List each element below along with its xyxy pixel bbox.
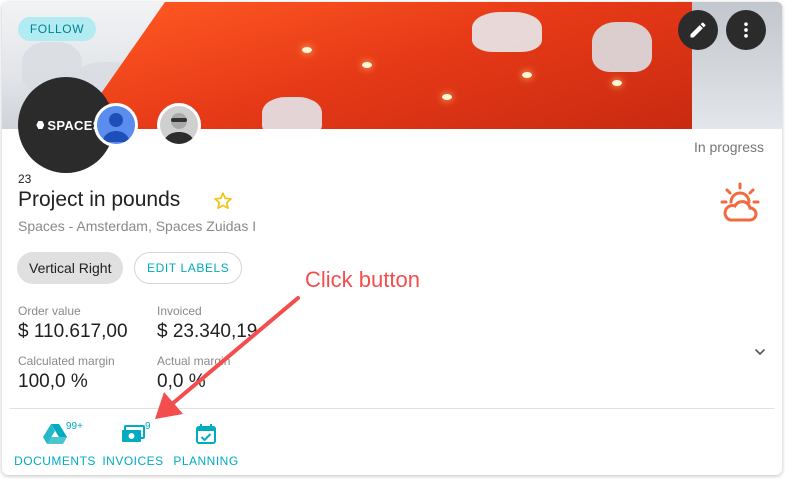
more-options-button[interactable]: [726, 10, 766, 50]
avatar-user-photo[interactable]: [157, 103, 201, 147]
actual-margin-value: 0,0 %: [157, 371, 206, 392]
more-vert-icon: [744, 22, 748, 38]
invoices-label: INVOICES: [102, 454, 164, 468]
hexagon-icon: [36, 121, 45, 129]
label-chip[interactable]: Vertical Right: [17, 252, 124, 284]
star-outline-icon: [214, 192, 232, 209]
documents-label: DOCUMENTS: [14, 454, 96, 468]
invoices-button[interactable]: INVOICES: [102, 422, 163, 468]
pencil-icon: [690, 22, 706, 38]
annotation-text: Click button: [305, 267, 420, 292]
project-title: Project in pounds: [18, 188, 181, 211]
chevron-down-icon: [755, 349, 765, 356]
weather-status: [718, 182, 762, 229]
documents-badge: 99+: [66, 421, 83, 432]
expand-button[interactable]: [752, 344, 768, 365]
invoices-badge: 9: [145, 421, 151, 432]
edit-button[interactable]: [678, 10, 718, 50]
calculated-margin-label: Calculated margin: [18, 354, 115, 368]
person-icon: [102, 113, 130, 142]
project-status: In progress: [693, 139, 764, 155]
money-icon: [122, 425, 145, 442]
project-number: 23: [18, 172, 32, 186]
project-subtitle: Spaces - Amsterdam, Spaces Zuidas I: [18, 218, 257, 234]
invoiced-value: $ 23.340,19: [157, 321, 258, 342]
divider: [10, 408, 774, 409]
sun-cloud-icon: [720, 182, 760, 222]
project-card: FOLLOW SPACES In progress 23 Project in …: [2, 2, 782, 475]
planning-label: PLANNING: [173, 454, 239, 468]
calculated-margin-value: 100,0 %: [18, 371, 88, 392]
favorite-button[interactable]: [212, 190, 234, 217]
actual-margin-label: Actual margin: [157, 354, 231, 368]
planning-button[interactable]: PLANNING: [173, 422, 239, 468]
edit-labels-button[interactable]: EDIT LABELS: [134, 252, 243, 284]
user-photo-icon: [160, 106, 198, 144]
avatar-default[interactable]: [94, 103, 138, 147]
drive-icon: [43, 424, 67, 444]
calendar-check-icon: [196, 424, 216, 444]
follow-button[interactable]: FOLLOW: [18, 17, 96, 41]
order-value: $ 110.617,00: [18, 321, 128, 342]
order-value-label: Order value: [18, 304, 81, 318]
invoiced-label: Invoiced: [157, 304, 202, 318]
